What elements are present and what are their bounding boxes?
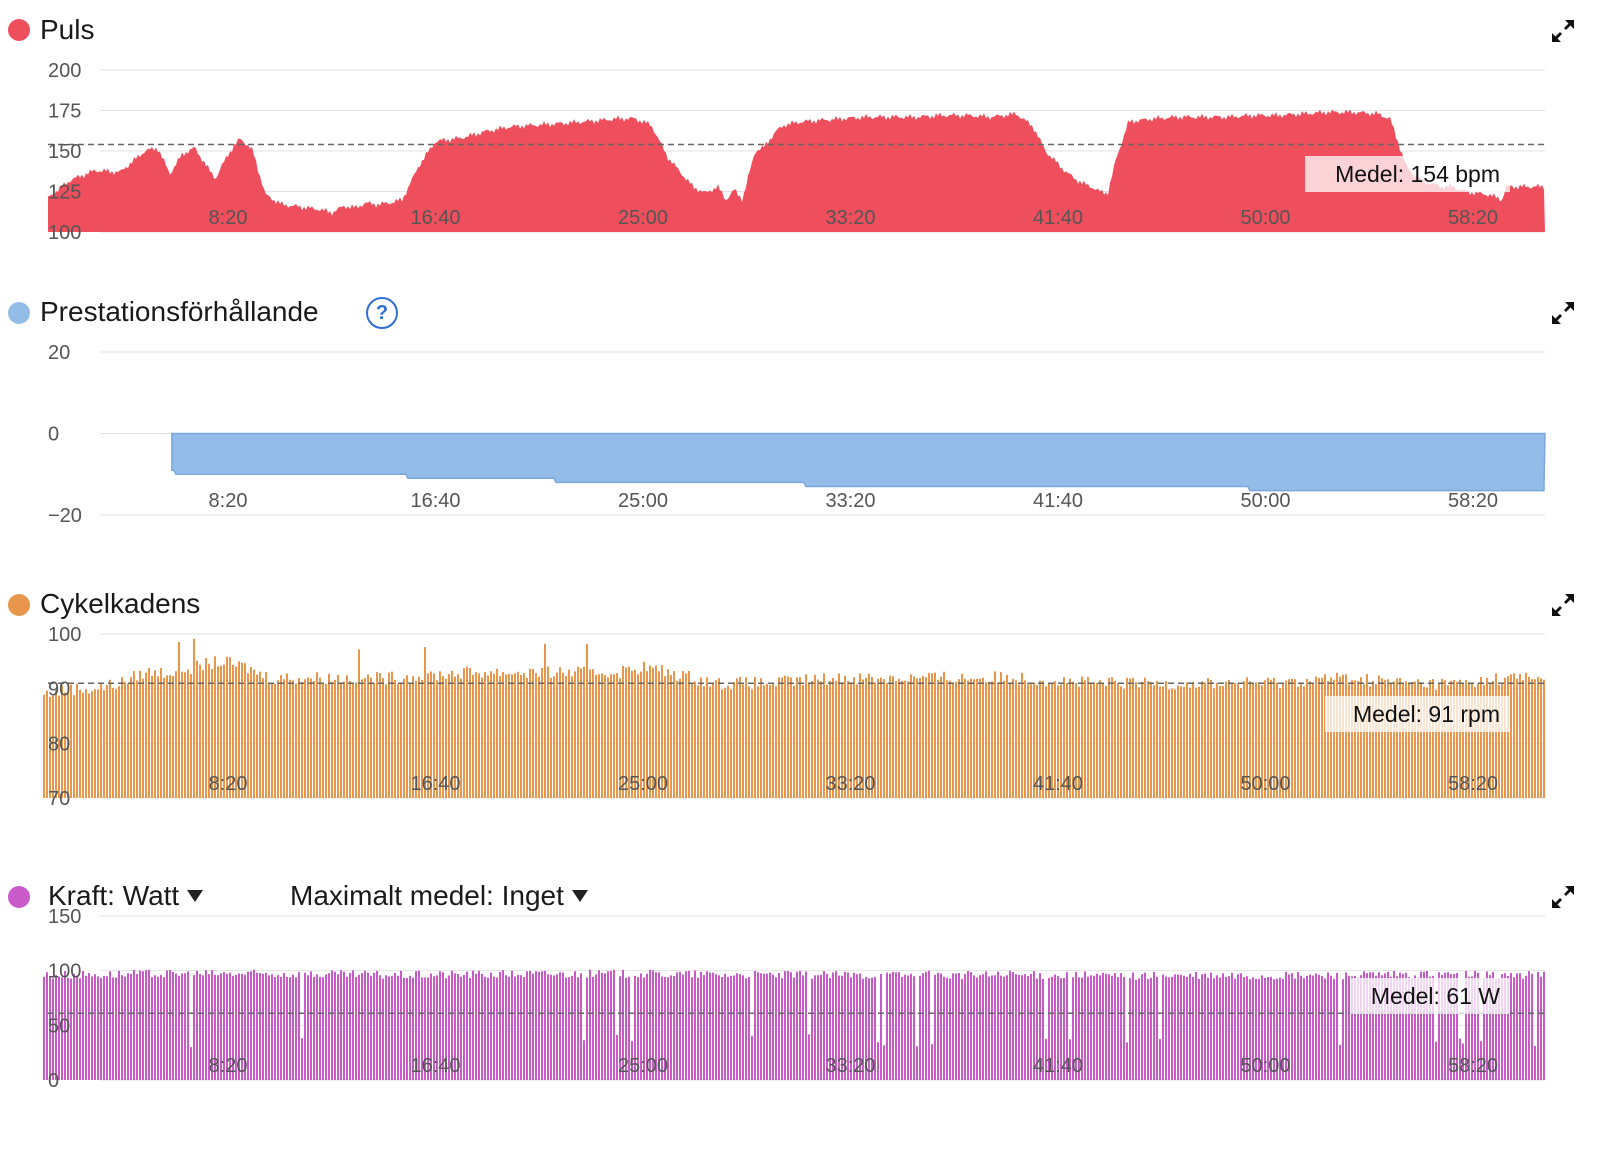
heart-rate-chart: 100 125 150 175 200 Medel: 154 bpm 8:20 16:40 25… (48, 60, 1545, 244)
y-tick-label: 125 (48, 182, 81, 204)
y-tick-label: 80 (48, 733, 70, 755)
x-tick-label: 33:20 (825, 1055, 875, 1077)
x-tick-label: 16:40 (410, 207, 460, 229)
average-label: Medel: 91 rpm (1353, 701, 1500, 727)
cadence-bars (43, 638, 1545, 798)
y-tick-label: −20 (48, 505, 82, 527)
power-chart: 0 50 100 150 Medel: 61 W 8:20 16:40 25:00 33:20 4… (43, 906, 1545, 1092)
x-tick-label: 50:00 (1240, 1055, 1290, 1077)
x-tick-label: 41:40 (1033, 773, 1083, 795)
x-tick-label: 25:00 (618, 490, 668, 512)
x-tick-label: 41:40 (1033, 207, 1083, 229)
x-tick-label: 58:20 (1448, 490, 1498, 512)
cadence-panel: Cykelkadens 70 80 90 100 Medel: 91 rpm 8:20 16… (0, 574, 1620, 834)
x-tick-label: 41:40 (1033, 1055, 1083, 1077)
x-tick-label: 8:20 (209, 490, 248, 512)
y-tick-label: 100 (48, 624, 81, 646)
y-tick-label: 0 (48, 1070, 59, 1092)
x-tick-label: 58:20 (1448, 207, 1498, 229)
x-tick-label: 58:20 (1448, 1055, 1498, 1077)
y-tick-label: 90 (48, 679, 70, 701)
x-tick-label: 58:20 (1448, 773, 1498, 795)
y-tick-label: 0 (48, 424, 59, 446)
performance-condition-area (171, 432, 1546, 492)
x-tick-label: 8:20 (209, 1055, 248, 1077)
x-tick-label: 16:40 (410, 1055, 460, 1077)
y-tick-label: 100 (48, 961, 81, 983)
series (171, 432, 1546, 492)
y-tick-label: 100 (48, 222, 81, 244)
power-bars (43, 969, 1545, 1080)
y-tick-label: 70 (48, 788, 70, 810)
x-tick-label: 50:00 (1240, 207, 1290, 229)
y-tick-label: 200 (48, 60, 81, 82)
heart-rate-panel: Puls 100 125 150 175 200 Medel: 154 bpm 8:20 16… (0, 0, 1620, 250)
x-tick-label: 50:00 (1240, 773, 1290, 795)
cadence-chart: 70 80 90 100 Medel: 91 rpm 8:20 16:40 25:00 33:2… (43, 624, 1545, 810)
average-label: Medel: 61 W (1371, 983, 1500, 1009)
x-tick-label: 16:40 (410, 773, 460, 795)
x-tick-label: 25:00 (618, 1055, 668, 1077)
y-tick-label: 175 (48, 101, 81, 123)
x-tick-label: 25:00 (618, 773, 668, 795)
series (43, 638, 1545, 798)
y-tick-label: 150 (48, 141, 81, 163)
x-tick-label: 16:40 (410, 490, 460, 512)
x-tick-label: 33:20 (825, 207, 875, 229)
x-tick-label: 33:20 (825, 773, 875, 795)
y-tick-label: 20 (48, 342, 70, 364)
average-label: Medel: 154 bpm (1335, 161, 1500, 187)
performance-condition-chart: −20 0 20 8:20 16:40 25:00 33:20 41:40 50:00 58:20 (48, 342, 1546, 527)
y-tick-label: 150 (48, 906, 81, 928)
performance-condition-panel: Prestationsförhållande ? −20 0 20 8:20 16:40… (0, 282, 1620, 542)
series (43, 969, 1545, 1080)
x-tick-label: 33:20 (825, 490, 875, 512)
x-tick-label: 50:00 (1240, 490, 1290, 512)
y-tick-label: 50 (48, 1015, 70, 1037)
x-tick-label: 41:40 (1033, 490, 1083, 512)
power-panel: Kraft: Watt Maximalt medel: Inget 0 50 100… (0, 866, 1620, 1126)
x-tick-label: 8:20 (209, 773, 248, 795)
x-tick-label: 25:00 (618, 207, 668, 229)
x-tick-label: 8:20 (209, 207, 248, 229)
